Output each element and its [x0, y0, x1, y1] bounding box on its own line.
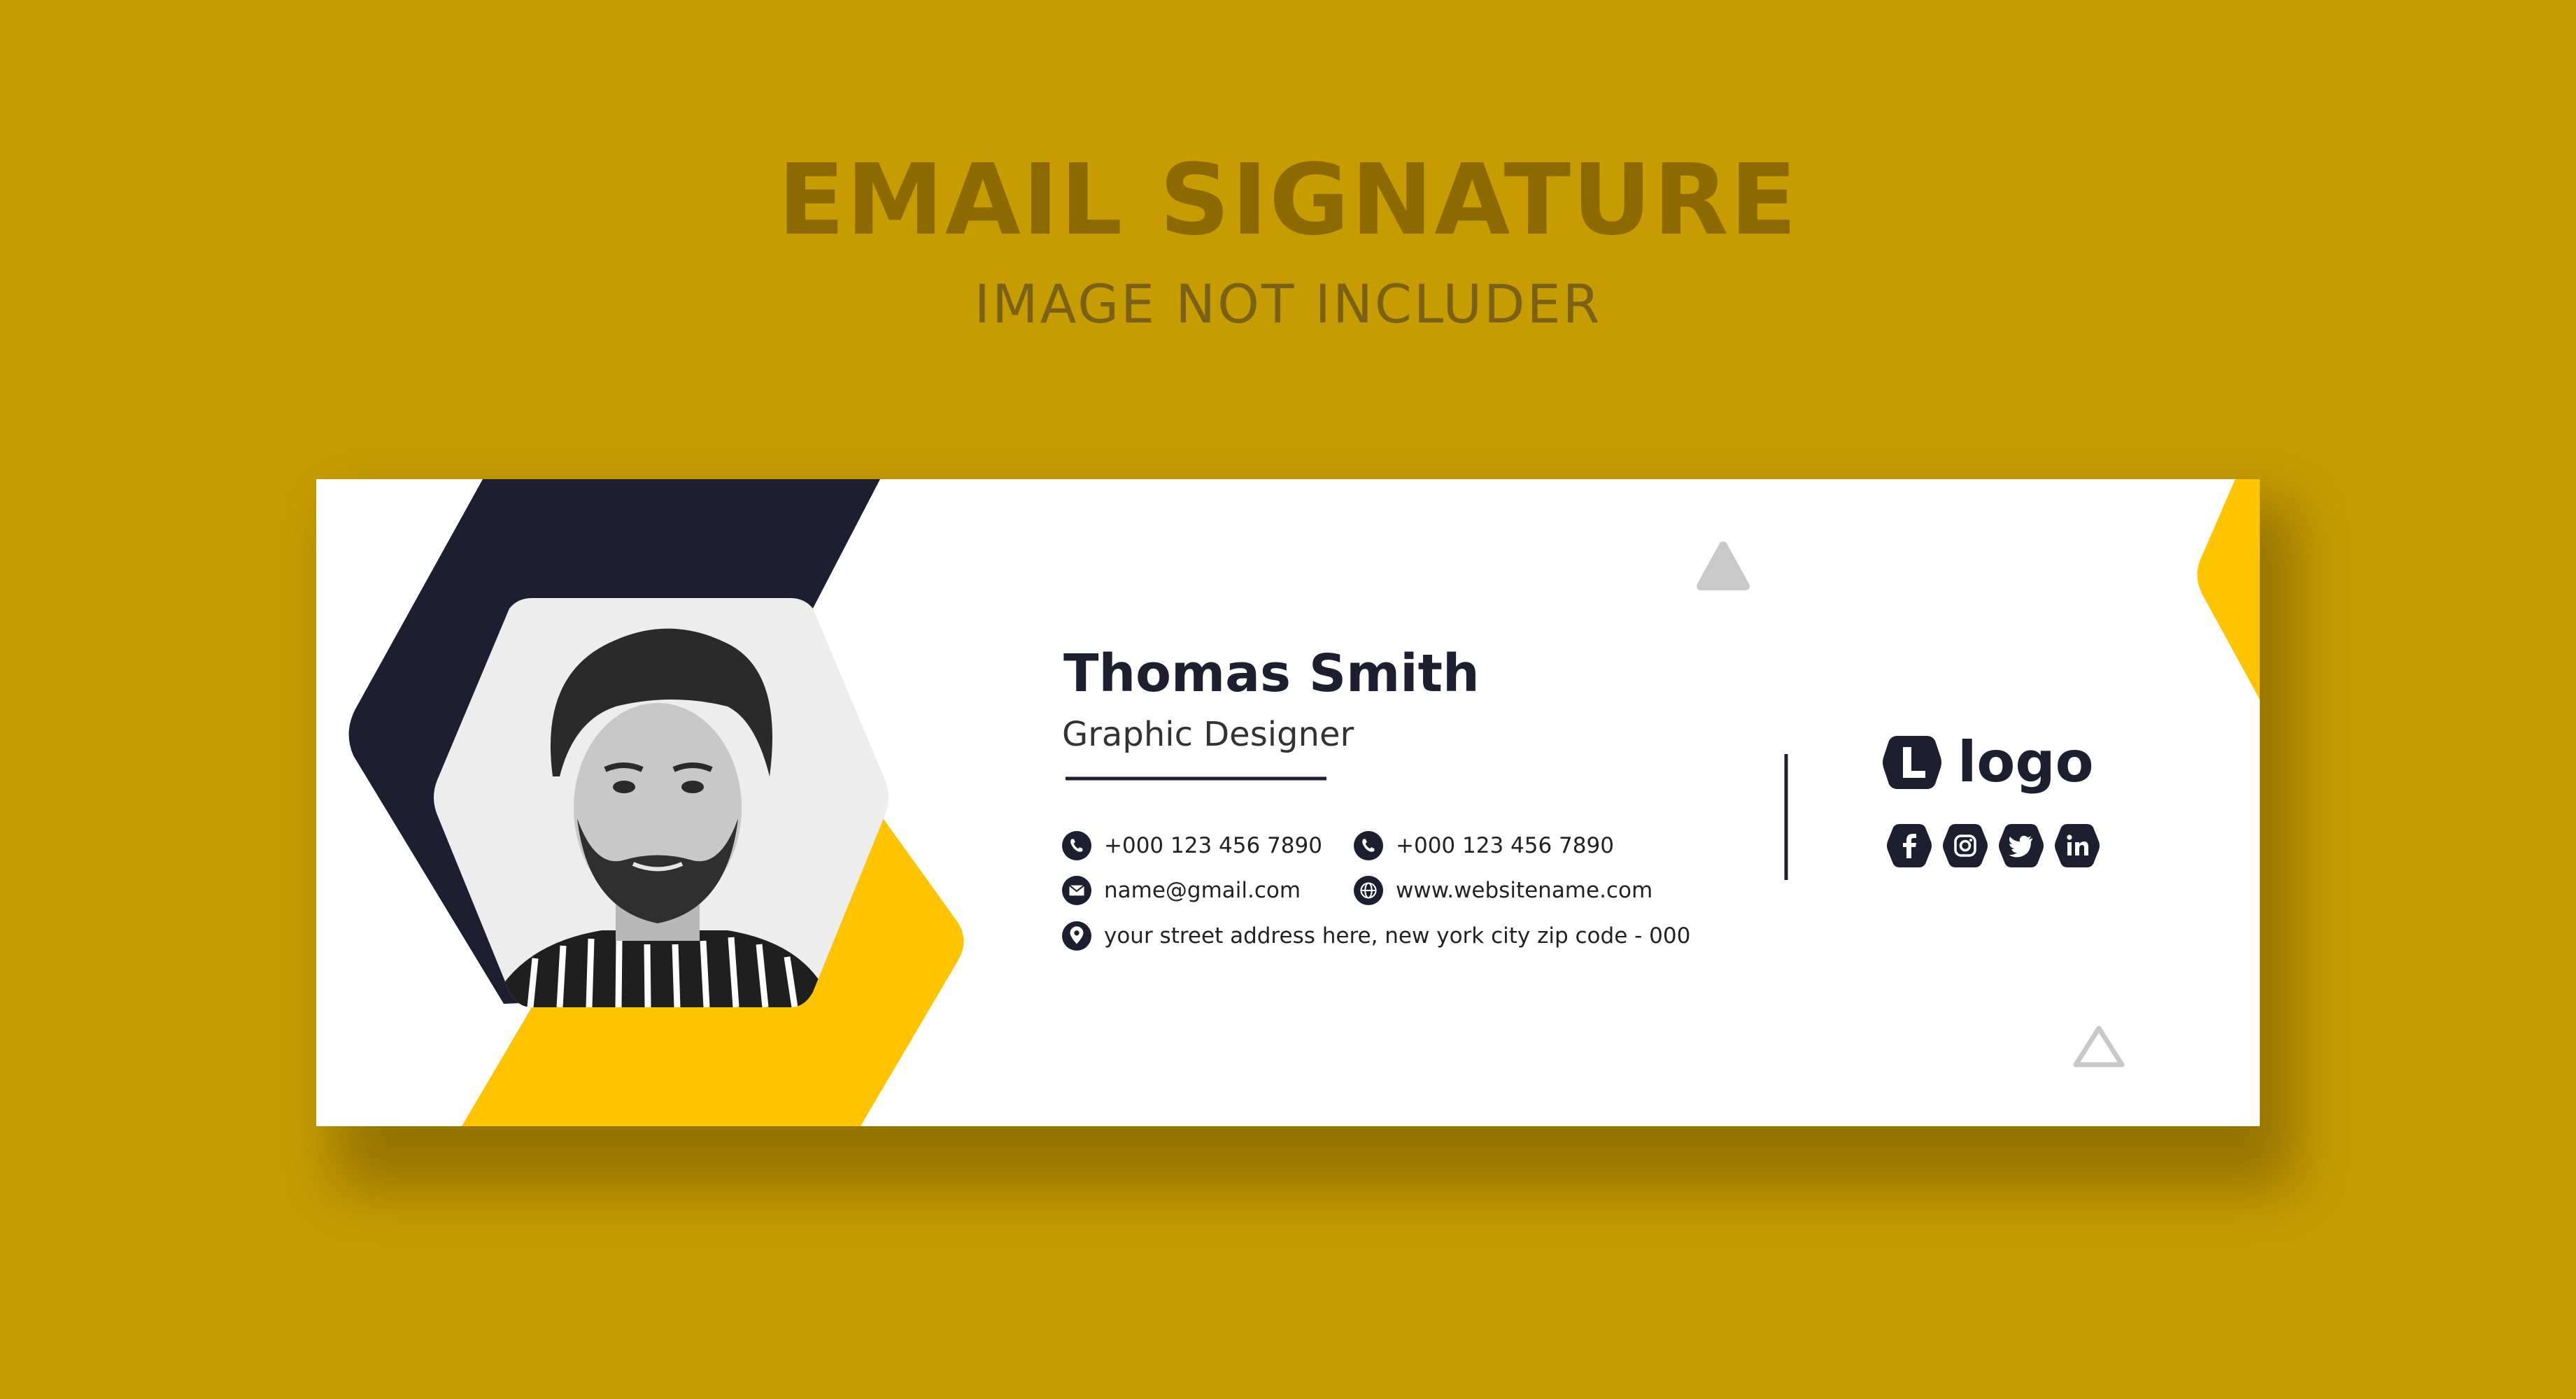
company-logo: logo: [1882, 734, 2094, 790]
instagram-icon[interactable]: [1941, 822, 1989, 869]
globe-icon: [1354, 876, 1383, 905]
person-name: Thomas Smith: [1063, 644, 1480, 704]
twitter-icon[interactable]: [1997, 822, 2045, 869]
contact-phone-1[interactable]: +000 123 456 7890: [1062, 831, 1322, 860]
phone-icon: [1354, 831, 1383, 860]
l-logo-icon: [1883, 736, 1941, 789]
linkedin-icon[interactable]: [2053, 822, 2101, 869]
phone-icon: [1062, 831, 1091, 860]
contact-text: name@gmail.com: [1104, 878, 1301, 903]
contact-text: +000 123 456 7890: [1104, 833, 1322, 858]
contact-text: www.websitename.com: [1396, 878, 1653, 903]
contact-address[interactable]: your street address here, new york city …: [1062, 921, 1690, 951]
contact-phone-2[interactable]: +000 123 456 7890: [1354, 831, 1614, 860]
contact-text: your street address here, new york city …: [1104, 923, 1691, 949]
person-role: Graphic Designer: [1062, 715, 1354, 754]
facebook-icon[interactable]: [1885, 822, 1933, 869]
email-icon: [1062, 876, 1091, 905]
contact-website[interactable]: www.websitename.com: [1354, 876, 1653, 905]
logo-text: logo: [1958, 730, 2094, 795]
contact-text: +000 123 456 7890: [1396, 833, 1614, 858]
location-icon: [1062, 921, 1091, 951]
contact-email[interactable]: name@gmail.com: [1062, 876, 1301, 905]
social-links: [1885, 822, 2101, 869]
